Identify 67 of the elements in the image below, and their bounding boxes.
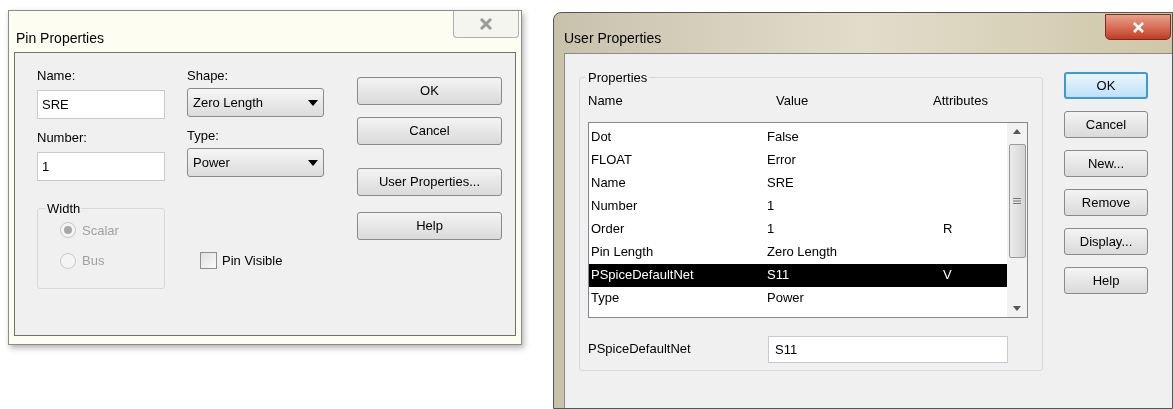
close-button[interactable]	[1105, 14, 1171, 40]
caret-icon	[308, 159, 318, 166]
property-row[interactable]: Number 1	[589, 194, 1007, 218]
table-cell-text: FLOAT	[591, 151, 633, 170]
window-title: Pin Properties	[16, 31, 104, 45]
table-cell-text: Power	[767, 289, 805, 308]
dialog-button[interactable]: Help	[1064, 267, 1148, 294]
dropdown[interactable]: Power	[187, 148, 324, 177]
dialog-button[interactable]: OK	[357, 77, 502, 105]
dialog-button[interactable]: Cancel	[357, 117, 502, 145]
column-header: Attributes	[933, 91, 988, 110]
input-field[interactable]: 1	[37, 152, 165, 181]
property-row[interactable]: Dot False	[589, 125, 1007, 149]
grip-icon	[1013, 197, 1021, 204]
table-cell-text: Error	[767, 151, 797, 170]
table-cell-text: Name	[591, 174, 627, 193]
field-label: Type:	[187, 129, 220, 142]
table-cell-text: 1	[767, 220, 776, 239]
table-cell-text: False	[767, 128, 800, 147]
group-label: Properties	[587, 69, 649, 87]
dialog-button[interactable]: Cancel	[1064, 111, 1148, 138]
scrollbar-thumb[interactable]	[1008, 143, 1026, 258]
property-row[interactable]: FLOAT Error	[589, 148, 1007, 172]
dialog-button[interactable]: OK	[1064, 72, 1148, 99]
close-icon	[479, 18, 493, 30]
dropdown[interactable]: Zero Length	[187, 88, 324, 117]
table-cell-text: Zero Length	[767, 243, 839, 262]
table-cell-text: Number	[591, 197, 639, 216]
checkbox[interactable]	[200, 252, 217, 270]
table-cell-text: PSpiceDefaultNet	[591, 266, 695, 285]
field-label: Number:	[37, 131, 88, 144]
input-field[interactable]: S11	[768, 335, 1008, 363]
checkbox-label: Pin Visible	[222, 252, 283, 270]
column-header: Name	[588, 91, 624, 110]
dialog-button[interactable]: Display...	[1064, 228, 1148, 255]
dialog-button[interactable]: Help	[357, 212, 502, 240]
field-label: Name:	[37, 69, 77, 82]
radio-label: Scalar	[82, 221, 119, 240]
property-row[interactable]: Order 1 R	[589, 217, 1007, 241]
window-title: User Properties	[564, 31, 662, 45]
dialog-button[interactable]: Remove	[1064, 189, 1148, 216]
table-cell-text: V	[943, 266, 952, 285]
arrow-down-icon	[1013, 305, 1021, 311]
group-label: Width	[46, 200, 82, 218]
table-cell-text: Dot	[591, 128, 613, 147]
table-cell-text: S11	[767, 266, 791, 285]
dialog-button[interactable]: New...	[1064, 150, 1148, 177]
close-icon	[1131, 21, 1145, 33]
property-row[interactable]: PSpiceDefaultNet S11 V	[589, 263, 1007, 287]
radio-label: Bus	[82, 252, 105, 270]
input-field[interactable]: SRE	[37, 90, 165, 119]
property-row[interactable]: Name SRE	[589, 171, 1007, 195]
table-cell-text: SRE	[767, 174, 795, 193]
dialog-button[interactable]: User Properties...	[357, 168, 502, 196]
column-header: Value	[776, 91, 810, 110]
table-cell-text: R	[943, 220, 953, 239]
table-cell-text: Pin Length	[591, 243, 655, 262]
property-row[interactable]: Type Power	[589, 286, 1007, 310]
caret-icon	[308, 99, 318, 106]
table-cell-text: Order	[591, 220, 626, 239]
scrollbar[interactable]	[1007, 122, 1027, 317]
property-row[interactable]: Pin Length Zero Length	[589, 240, 1007, 264]
arrow-up-icon	[1013, 128, 1021, 134]
field-label: Shape:	[187, 69, 230, 82]
table-cell-text: 1	[767, 197, 776, 216]
table-cell-text: Type	[591, 289, 621, 308]
field-label: PSpiceDefaultNet	[588, 340, 692, 359]
